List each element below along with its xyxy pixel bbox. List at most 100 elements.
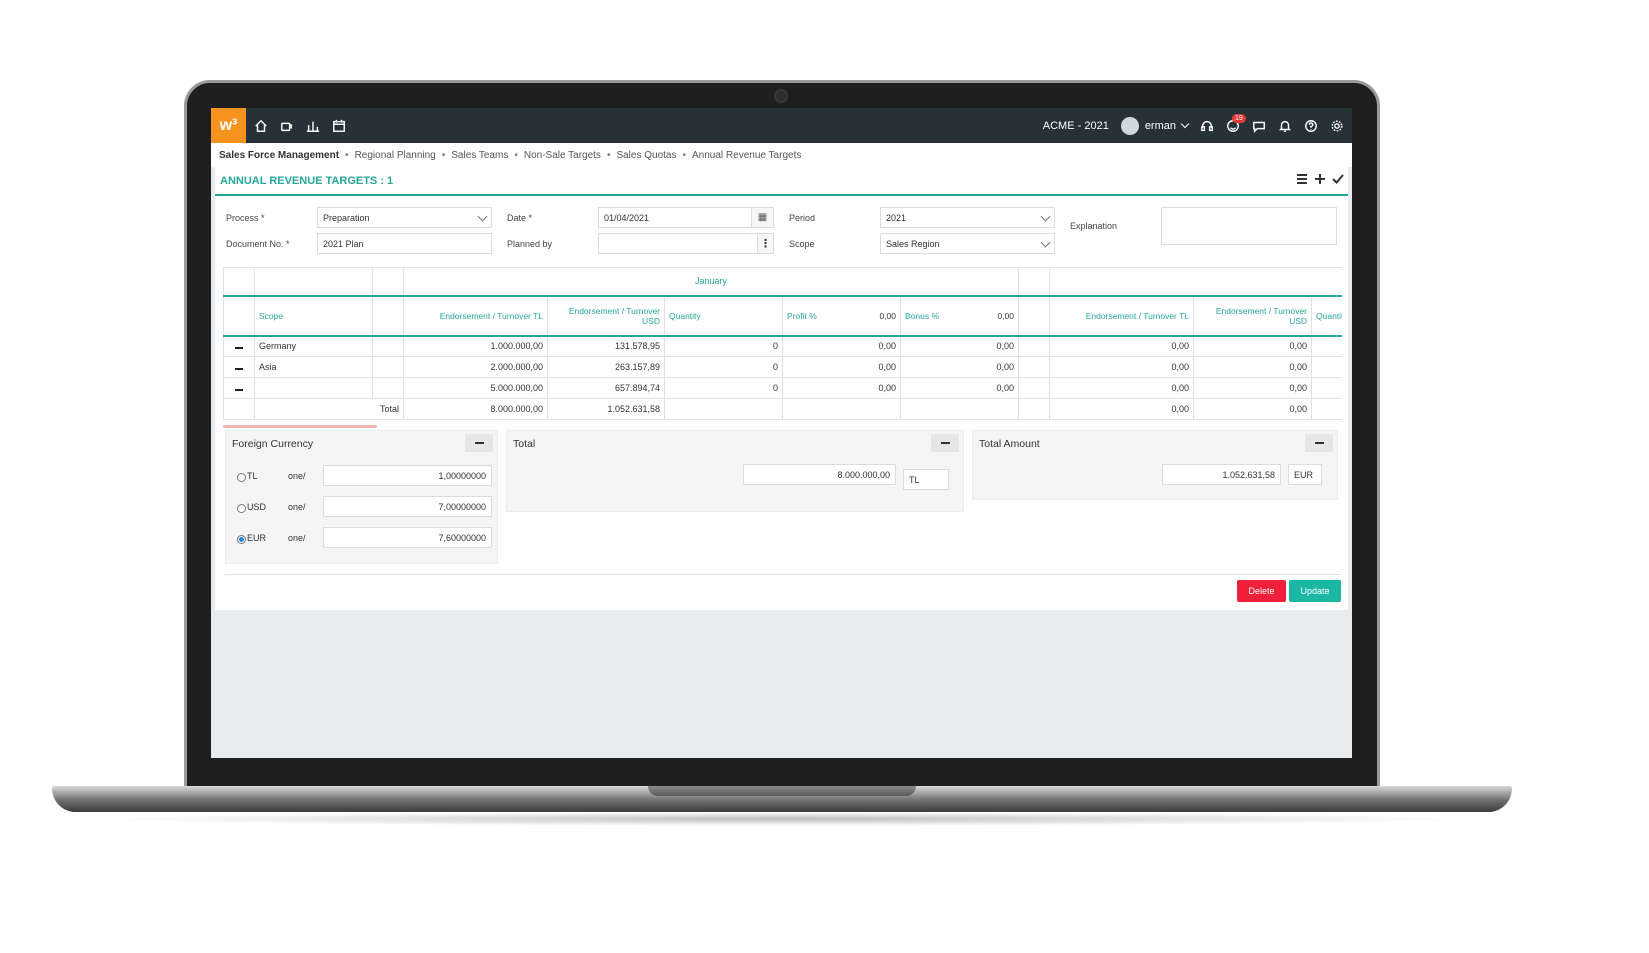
column-header-quantity-2[interactable]: Quantit — [1311, 295, 1342, 337]
bell-icon[interactable] — [1278, 119, 1292, 133]
column-header-endorsement-usd-2[interactable]: Endorsement / Turnover USD — [1193, 295, 1313, 337]
period-label: Period — [789, 213, 816, 223]
home-icon[interactable] — [254, 119, 268, 133]
remove-row-icon[interactable] — [223, 335, 255, 357]
breadcrumb-item[interactable]: Annual Revenue Targets — [692, 150, 801, 161]
panel-title: Total — [513, 438, 536, 450]
document-no-input[interactable]: 2021 Plan — [317, 233, 492, 254]
cell-scope[interactable]: Germany — [254, 335, 373, 357]
rate-input-usd[interactable]: 7,00000000 — [323, 496, 492, 517]
table-row[interactable]: Germany 1.000.000,00 131.578,95 0 0,00 0… — [223, 335, 1342, 357]
breadcrumb-item[interactable]: Non-Sale Targets — [524, 150, 601, 161]
currency-unit: one/ — [288, 502, 306, 512]
total-endorsement-usd-2: 0,00 — [1193, 398, 1313, 420]
company-period[interactable]: ACME - 2021 — [1043, 120, 1109, 132]
collapse-button[interactable] — [931, 434, 959, 452]
breadcrumb-item[interactable]: Regional Planning — [355, 150, 436, 161]
targets-grid: January F Scope Endorsement / Turnover T… — [223, 267, 1342, 423]
user-name: erman — [1144, 119, 1176, 132]
chevron-down-icon — [1040, 237, 1051, 248]
cell-profit[interactable]: 0,00 — [782, 377, 901, 399]
total-amount-field: 8.000.000,00 — [743, 464, 896, 485]
list-icon[interactable] — [1296, 173, 1308, 185]
table-row[interactable]: 5.000.000,00 657.894,74 0 0,00 0,00 0,00… — [223, 377, 1342, 399]
cell-endorsement-tl-2[interactable]: 0,00 — [1049, 356, 1195, 378]
breadcrumb-root[interactable]: Sales Force Management — [219, 150, 339, 161]
cell-endorsement-tl-2[interactable]: 0,00 — [1049, 335, 1195, 357]
update-button[interactable]: Update — [1289, 580, 1341, 602]
currency-radio-tl[interactable] — [237, 473, 246, 482]
more-options-icon[interactable]: ⋮ — [757, 234, 773, 253]
cell-endorsement-usd[interactable]: 263.157,89 — [547, 356, 665, 378]
process-select[interactable]: Preparation — [317, 207, 492, 228]
app-logo[interactable]: w³ — [211, 108, 246, 143]
cell-endorsement-usd[interactable]: 657.894,74 — [547, 377, 665, 399]
explanation-textarea[interactable] — [1161, 207, 1337, 245]
cell-quantity[interactable]: 0 — [664, 356, 783, 378]
breadcrumb-item[interactable]: Sales Quotas — [616, 150, 676, 161]
date-input[interactable]: 01/04/2021 ▦ — [598, 207, 774, 228]
cell-profit[interactable]: 0,00 — [782, 335, 901, 357]
cell-endorsement-tl[interactable]: 5.000.000,00 — [403, 377, 548, 399]
cell-endorsement-tl[interactable]: 2.000.000,00 — [403, 356, 548, 378]
calendar-icon[interactable] — [332, 119, 346, 133]
cell-endorsement-tl[interactable]: 1.000.000,00 — [403, 335, 548, 357]
bonus-label: Bonus % — [905, 310, 940, 321]
plus-icon[interactable] — [1314, 173, 1326, 185]
planned-by-input[interactable]: ⋮ — [598, 233, 774, 254]
scope-label: Scope — [789, 239, 815, 249]
cell-endorsement-tl-2[interactable]: 0,00 — [1049, 377, 1195, 399]
converted-amount-field: 1.052.631,58 — [1162, 464, 1281, 485]
currency-code: EUR — [247, 533, 267, 543]
headset-icon[interactable] — [1200, 119, 1214, 133]
rate-input-eur[interactable]: 7,60000000 — [323, 527, 492, 548]
coffee-icon[interactable] — [280, 119, 294, 133]
horizontal-scrollbar[interactable] — [223, 425, 377, 428]
cell-endorsement-usd-2[interactable]: 0,00 — [1193, 335, 1313, 357]
currency-radio-usd[interactable] — [237, 504, 246, 513]
help-icon[interactable] — [1304, 119, 1318, 133]
cell-quantity[interactable]: 0 — [664, 377, 783, 399]
cell-endorsement-usd-2[interactable]: 0,00 — [1193, 356, 1313, 378]
column-header-profit[interactable]: Profit % 0,00 — [782, 295, 901, 337]
smiley-icon[interactable]: 19 — [1226, 113, 1246, 133]
month-header-next: F — [1049, 267, 1342, 297]
cell-endorsement-usd-2[interactable]: 0,00 — [1193, 377, 1313, 399]
column-header-endorsement-tl[interactable]: Endorsement / Turnover TL — [403, 295, 548, 337]
delete-button[interactable]: Delete — [1237, 580, 1286, 602]
cell-endorsement-usd[interactable]: 131.578,95 — [547, 335, 665, 357]
user-menu[interactable]: erman — [1120, 116, 1190, 135]
cell-bonus[interactable]: 0,00 — [899, 377, 1020, 399]
rate-input-tl[interactable]: 1,00000000 — [323, 465, 492, 486]
column-header-scope[interactable]: Scope — [254, 295, 373, 337]
cell-profit[interactable]: 0,00 — [782, 356, 901, 378]
cell-bonus[interactable]: 0,00 — [899, 335, 1020, 357]
cell-bonus[interactable]: 0,00 — [899, 356, 1020, 378]
breadcrumb-item[interactable]: Sales Teams — [451, 150, 508, 161]
cell-scope[interactable]: Asia — [254, 356, 373, 378]
period-select[interactable]: 2021 — [880, 207, 1055, 228]
remove-row-icon[interactable] — [223, 377, 255, 399]
currency-radio-eur[interactable] — [237, 535, 246, 544]
bar-chart-icon[interactable] — [306, 119, 320, 133]
laptop-notch — [648, 786, 916, 796]
column-header-endorsement-usd[interactable]: Endorsement / Turnover USD — [547, 295, 665, 337]
gear-icon[interactable] — [1330, 119, 1344, 133]
column-header-endorsement-tl-2[interactable]: Endorsement / Turnover TL — [1049, 295, 1195, 337]
column-header-quantity[interactable]: Quantity — [664, 295, 783, 337]
chat-icon[interactable] — [1252, 119, 1266, 133]
remove-row-icon[interactable] — [223, 356, 255, 378]
check-icon[interactable] — [1332, 173, 1344, 185]
grid-blank-header — [372, 267, 404, 297]
date-value: 01/04/2021 — [604, 213, 650, 223]
total-endorsement-tl-2: 0,00 — [1049, 398, 1195, 420]
collapse-button[interactable] — [1305, 434, 1333, 452]
table-row[interactable]: Asia 2.000.000,00 263.157,89 0 0,00 0,00… — [223, 356, 1342, 378]
date-label: Date * — [507, 213, 533, 223]
scope-select[interactable]: Sales Region — [880, 233, 1055, 254]
collapse-button[interactable] — [465, 434, 493, 452]
calendar-icon[interactable]: ▦ — [751, 208, 773, 227]
cell-scope[interactable] — [254, 377, 373, 399]
cell-quantity[interactable]: 0 — [664, 335, 783, 357]
column-header-bonus[interactable]: Bonus % 0,00 — [899, 295, 1020, 337]
